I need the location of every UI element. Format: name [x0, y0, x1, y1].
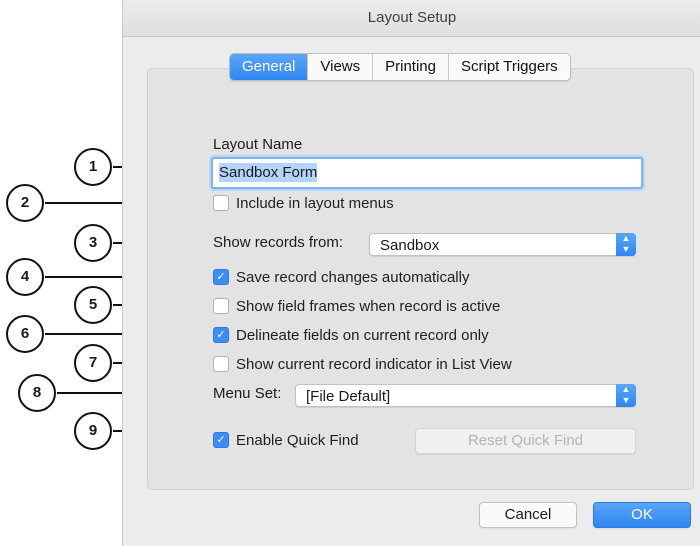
popup-stepper-icon: ▲ ▼: [616, 233, 636, 256]
show-record-indicator-checkbox[interactable]: [213, 356, 229, 372]
delineate-fields-label: Delineate fields on current record only: [236, 326, 489, 344]
ok-button[interactable]: OK: [593, 502, 691, 528]
tab-general[interactable]: General: [230, 54, 309, 80]
delineate-fields-row[interactable]: ✓ Delineate fields on current record onl…: [213, 324, 489, 346]
show-records-popup[interactable]: Sandbox ▲ ▼: [369, 233, 636, 256]
enable-quick-find-checkbox[interactable]: ✓: [213, 432, 229, 448]
include-in-layout-menus-checkbox[interactable]: [213, 195, 229, 211]
show-field-frames-checkbox[interactable]: [213, 298, 229, 314]
tab-views[interactable]: Views: [308, 54, 374, 80]
show-field-frames-row[interactable]: Show field frames when record is active: [213, 295, 500, 317]
menu-set-label: Menu Set:: [213, 385, 282, 402]
callout-8: 8: [18, 374, 56, 412]
cancel-button[interactable]: Cancel: [479, 502, 577, 528]
callout-9: 9: [74, 412, 112, 450]
save-record-changes-row[interactable]: ✓ Save record changes automatically: [213, 266, 469, 288]
reset-quick-find-button[interactable]: Reset Quick Find: [415, 428, 636, 454]
callout-7: 7: [74, 344, 112, 382]
callout-3: 3: [74, 224, 112, 262]
layout-name-field[interactable]: Sandbox Form: [211, 157, 643, 189]
save-record-changes-label: Save record changes automatically: [236, 268, 470, 286]
enable-quick-find-row[interactable]: ✓ Enable Quick Find: [213, 429, 359, 451]
callout-5: 5: [74, 286, 112, 324]
callout-2: 2: [6, 184, 44, 222]
tab-printing[interactable]: Printing: [373, 54, 449, 80]
window-title: Layout Setup: [123, 0, 700, 37]
layout-name-label: Layout Name: [213, 136, 303, 153]
callout-6: 6: [6, 315, 44, 353]
show-record-indicator-row[interactable]: Show current record indicator in List Vi…: [213, 353, 512, 375]
show-records-label: Show records from:: [213, 234, 344, 251]
popup-stepper-icon: ▲ ▼: [616, 384, 636, 407]
show-record-indicator-label: Show current record indicator in List Vi…: [236, 355, 512, 373]
show-field-frames-label: Show field frames when record is active: [236, 297, 501, 315]
callout-4: 4: [6, 258, 44, 296]
enable-quick-find-label: Enable Quick Find: [236, 431, 359, 449]
save-record-changes-checkbox[interactable]: ✓: [213, 269, 229, 285]
show-records-value: Sandbox: [380, 237, 440, 254]
delineate-fields-checkbox[interactable]: ✓: [213, 327, 229, 343]
layout-setup-dialog: Layout Setup General Views Printing Scri…: [122, 0, 700, 546]
menu-set-popup[interactable]: [File Default] ▲ ▼: [295, 384, 636, 407]
menu-set-value: [File Default]: [306, 388, 391, 405]
tab-script-triggers[interactable]: Script Triggers: [449, 54, 570, 80]
layout-name-value: Sandbox Form: [219, 163, 318, 182]
tab-bar: General Views Printing Script Triggers: [229, 53, 571, 81]
callout-1: 1: [74, 148, 112, 186]
include-in-layout-menus-label: Include in layout menus: [236, 194, 394, 212]
include-in-layout-menus-row[interactable]: Include in layout menus: [213, 192, 394, 214]
